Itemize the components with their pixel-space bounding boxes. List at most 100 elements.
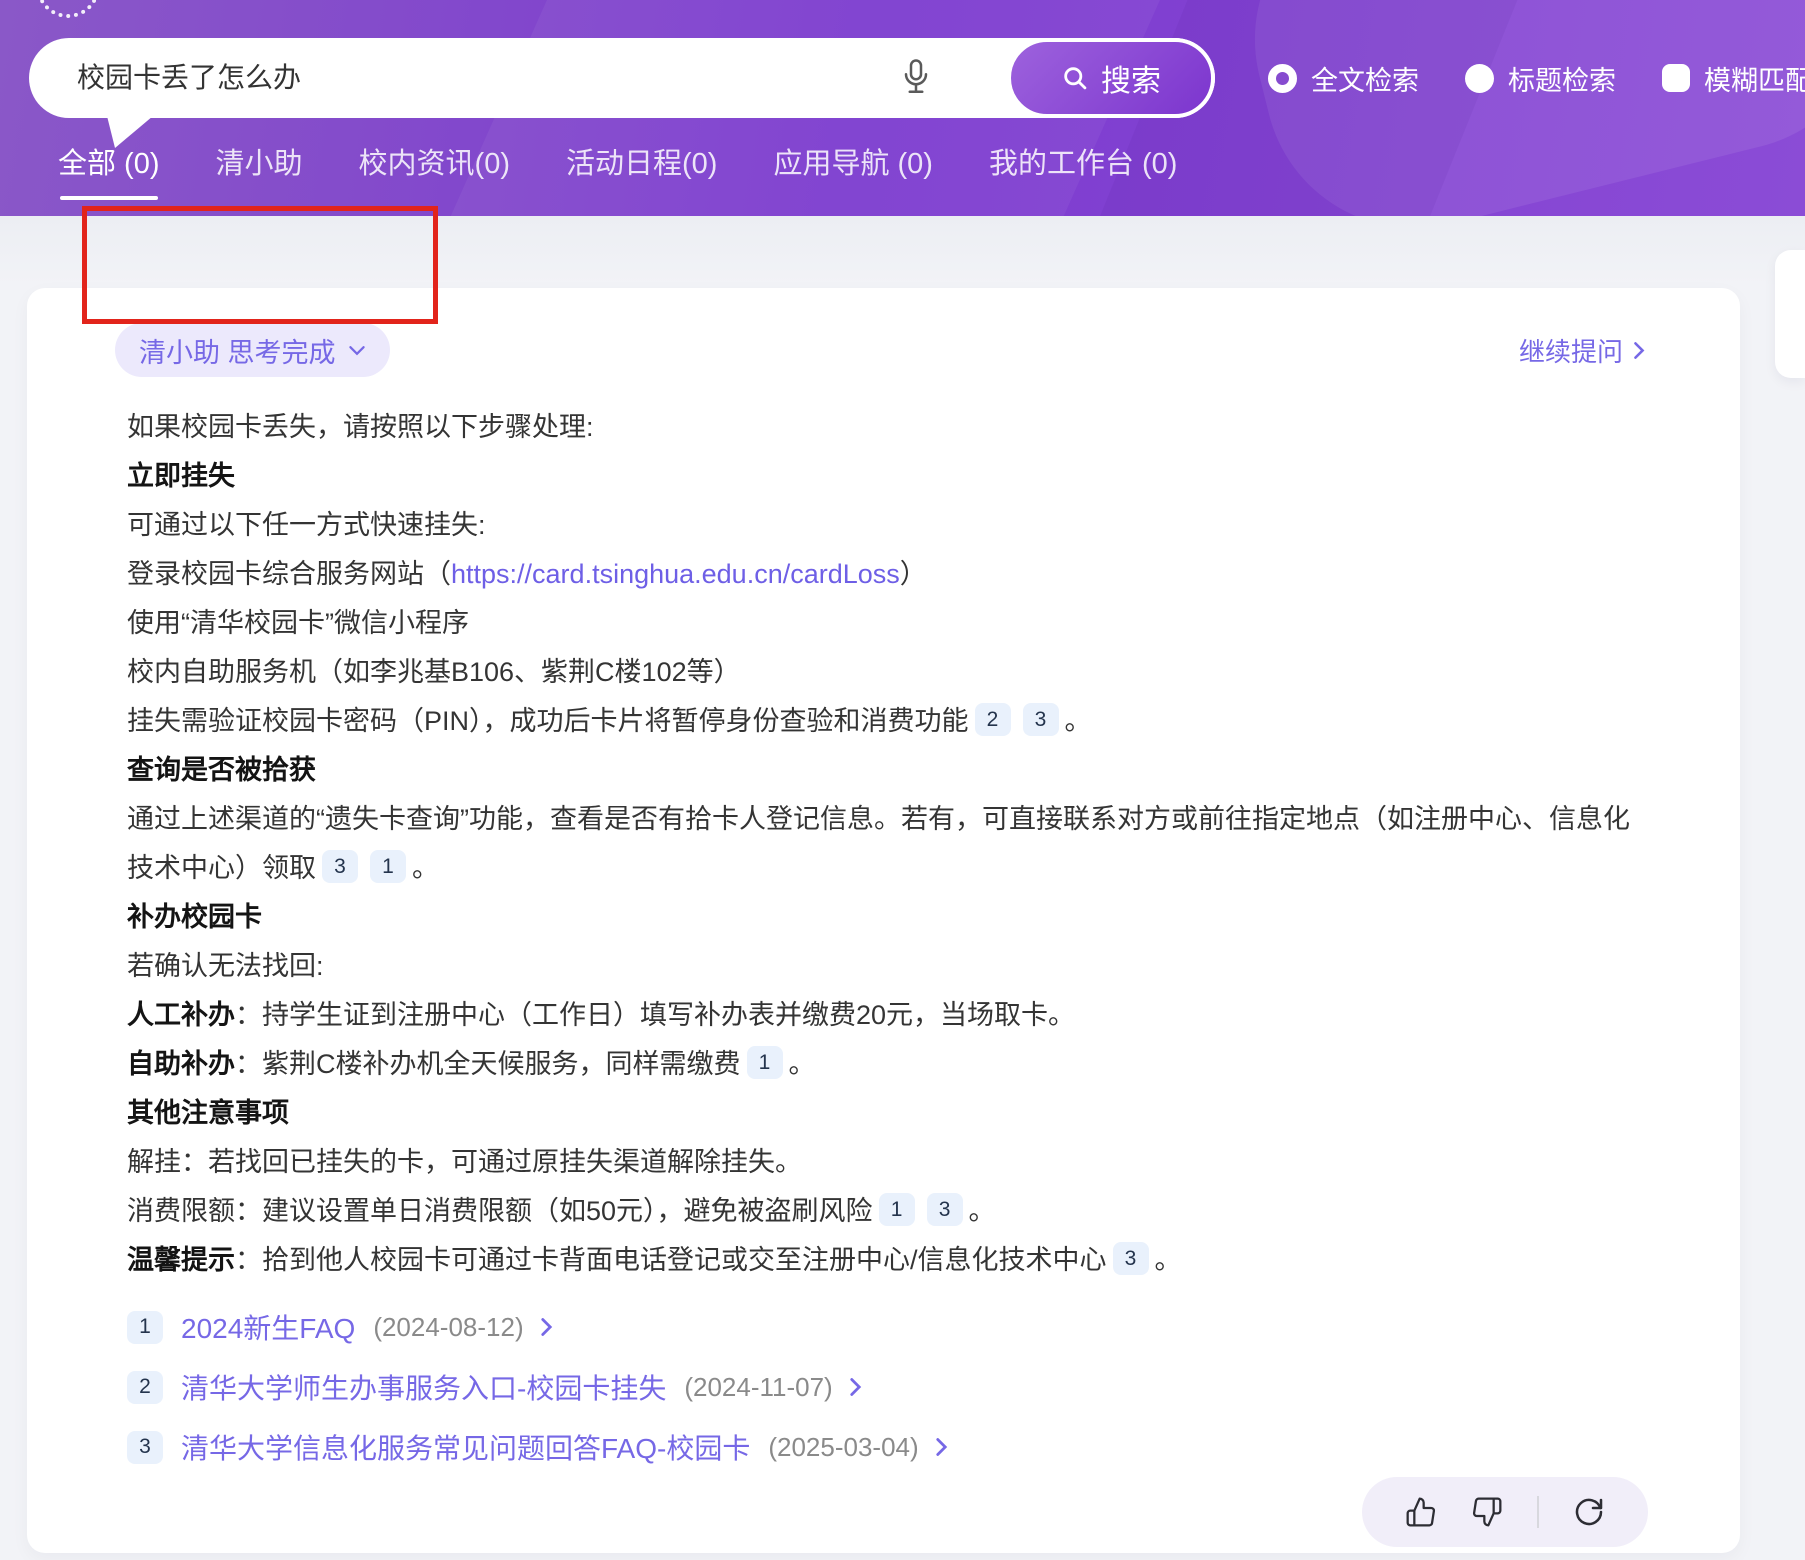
text: 可通过以下任一方式快速挂失:	[127, 510, 486, 540]
citation-chip[interactable]: 3	[1023, 703, 1059, 736]
text: 如果校园卡丢失，请按照以下步骤处理:	[127, 412, 594, 442]
reference-item: 12024新生FAQ(2024-08-12)	[127, 1297, 1640, 1357]
chevron-right-icon[interactable]	[849, 1377, 862, 1397]
thumbs-up-button[interactable]	[1405, 1496, 1437, 1528]
option-fuzzy-match[interactable]: 模糊匹配	[1662, 59, 1805, 98]
citation-chip[interactable]: 2	[975, 703, 1011, 736]
radio-icon[interactable]	[1268, 64, 1297, 93]
bold-text: 自助补办	[127, 1049, 235, 1079]
reference-link[interactable]: 2024新生FAQ	[181, 1307, 355, 1347]
text: 。	[1065, 706, 1092, 736]
text: 校内自助服务机（如李兆基B106、紫荆C楼102等）	[127, 657, 741, 687]
answer-card: 清小助 思考完成 继续提问 如果校园卡丢失，请	[27, 288, 1740, 1553]
assistant-status-label: 清小助 思考完成	[139, 331, 336, 370]
text: 挂失需验证校园卡密码（PIN），成功后卡片将暂停身份查验和消费功能	[127, 706, 969, 736]
answer-line: 使用“清华校园卡”微信小程序	[127, 599, 1640, 648]
answer-line: 温馨提示：拾到他人校园卡可通过卡背面电话登记或交至注册中心/信息化技术中心3。	[127, 1236, 1640, 1285]
chevron-right-icon[interactable]	[540, 1317, 553, 1337]
bold-text: 补办校园卡	[127, 902, 262, 932]
inline-link[interactable]: https://card.tsinghua.edu.cn/cardLoss	[451, 559, 900, 589]
bold-text: 温馨提示	[127, 1245, 235, 1275]
microphone-icon[interactable]	[901, 58, 931, 98]
tab[interactable]: 我的工作台 (0)	[989, 140, 1178, 200]
thumbs-down-button[interactable]	[1471, 1496, 1503, 1528]
main-content: 清小助 思考完成 继续提问 如果校园卡丢失，请	[0, 216, 1805, 1560]
reference-number-chip: 2	[127, 1371, 163, 1404]
citation-chip[interactable]: 1	[370, 850, 406, 883]
text: ）	[900, 559, 927, 589]
bold-text: 立即挂失	[127, 461, 235, 491]
citation-chip[interactable]: 3	[1113, 1242, 1149, 1275]
tab[interactable]: 活动日程(0)	[566, 140, 717, 200]
continue-ask-button[interactable]: 继续提问	[1519, 332, 1645, 369]
answer-line: 解挂：若找回已挂失的卡，可通过原挂失渠道解除挂失。	[127, 1138, 1640, 1187]
regenerate-button[interactable]	[1573, 1496, 1605, 1528]
reference-number-chip: 3	[127, 1431, 163, 1464]
text: 登录校园卡综合服务网站（	[127, 559, 451, 589]
page: 校园卡丢了怎么办 搜索 全文检索标题检	[0, 0, 1805, 1560]
header: 校园卡丢了怎么办 搜索 全文检索标题检	[0, 0, 1805, 216]
reference-number-chip: 1	[127, 1311, 163, 1344]
tab[interactable]: 校内资讯(0)	[359, 140, 510, 200]
citation-chip[interactable]: 3	[927, 1193, 963, 1226]
continue-ask-label: 继续提问	[1519, 332, 1623, 369]
checkbox-icon[interactable]	[1662, 64, 1690, 92]
search-bar[interactable]: 校园卡丢了怎么办 搜索	[29, 38, 1215, 118]
answer-actions	[1362, 1477, 1648, 1547]
option-label: 全文检索	[1311, 59, 1419, 98]
reference-list: 12024新生FAQ(2024-08-12)2清华大学师生办事服务入口-校园卡挂…	[27, 1297, 1740, 1477]
answer-line: 校内自助服务机（如李兆基B106、紫荆C楼102等）	[127, 648, 1640, 697]
reference-date: (2025-03-04)	[768, 1432, 918, 1463]
text: 使用“清华校园卡”微信小程序	[127, 608, 469, 638]
text: 消费限额：建议设置单日消费限额（如50元），避免被盗刷风险	[127, 1196, 873, 1226]
reference-link[interactable]: 清华大学师生办事服务入口-校园卡挂失	[181, 1367, 666, 1407]
tab[interactable]: 清小助	[216, 140, 303, 200]
text: 。	[412, 853, 439, 883]
reference-item: 3 清华大学信息化服务常见问题回答FAQ-校园卡 (2025-03-04)	[127, 1417, 1640, 1477]
text: ：紫荆C楼补办机全天候服务，同样需缴费	[235, 1049, 741, 1079]
citation-chip[interactable]: 3	[322, 850, 358, 883]
answer-line: 自助补办：紫荆C楼补办机全天候服务，同样需缴费1。	[127, 1040, 1640, 1089]
search-mode-options: 全文检索 标题检索 模糊匹配	[1268, 38, 1805, 118]
search-icon	[1061, 64, 1089, 92]
citation-chip[interactable]: 1	[747, 1046, 783, 1079]
reference-item: 2清华大学师生办事服务入口-校园卡挂失(2024-11-07)	[127, 1357, 1640, 1417]
side-floating-widget[interactable]	[1775, 250, 1805, 378]
text: 。	[969, 1196, 996, 1226]
result-tabs: 全部 (0) 清小助校内资讯(0) 活动日程(0) 应用导航 (0) 我的工作台 (0)	[58, 140, 1177, 200]
answer-line: 查询是否被拾获	[127, 746, 1640, 795]
bold-text: 查询是否被拾获	[127, 755, 316, 785]
radio-icon[interactable]	[1465, 64, 1494, 93]
search-button[interactable]: 搜索	[1007, 38, 1215, 118]
assistant-status-pill[interactable]: 清小助 思考完成	[115, 323, 390, 377]
text: 。	[789, 1049, 816, 1079]
tab[interactable]: 应用导航 (0)	[773, 140, 933, 200]
answer-line: 立即挂失	[127, 452, 1640, 501]
bold-text: 其他注意事项	[127, 1098, 289, 1128]
answer-body: 如果校园卡丢失，请按照以下步骤处理: 立即挂失可通过以下任一方式快速挂失: 登录校园…	[27, 403, 1740, 1285]
reference-link[interactable]: 清华大学信息化服务常见问题回答FAQ-校园卡	[181, 1427, 750, 1467]
answer-line: 其他注意事项	[127, 1089, 1640, 1138]
answer-line: 消费限额：建议设置单日消费限额（如50元），避免被盗刷风险13。	[127, 1187, 1640, 1236]
answer-line: 可通过以下任一方式快速挂失:	[127, 501, 1640, 550]
chevron-right-icon[interactable]	[935, 1437, 948, 1457]
text: 。	[1155, 1245, 1182, 1275]
citation-chip[interactable]: 1	[879, 1193, 915, 1226]
tab[interactable]: 全部 (0)	[58, 140, 160, 200]
text: 若确认无法找回:	[127, 951, 324, 981]
search-button-label: 搜索	[1101, 56, 1161, 100]
option-label: 标题检索	[1508, 59, 1616, 98]
option-title-search[interactable]: 标题检索	[1465, 59, 1616, 98]
option-fulltext-search[interactable]: 全文检索	[1268, 59, 1419, 98]
answer-line: 补办校园卡	[127, 893, 1640, 942]
answer-line: 如果校园卡丢失，请按照以下步骤处理:	[127, 403, 1640, 452]
search-input[interactable]: 校园卡丢了怎么办	[77, 38, 301, 118]
answer-line: 人工补办：持学生证到注册中心（工作日）填写补办表并缴费20元，当场取卡。	[127, 991, 1640, 1040]
answer-line: 通过上述渠道的“遗失卡查询”功能，查看是否有拾卡人登记信息。若有，可直接联系对方…	[127, 795, 1640, 893]
chevron-right-icon	[1633, 341, 1645, 360]
answer-line: 挂失需验证校园卡密码（PIN），成功后卡片将暂停身份查验和消费功能23。	[127, 697, 1640, 746]
option-label: 模糊匹配	[1704, 59, 1805, 98]
annotation-highlight-box	[82, 206, 438, 324]
chevron-down-icon	[348, 345, 366, 356]
answer-line: 登录校园卡综合服务网站（https://card.tsinghua.edu.cn…	[127, 550, 1640, 599]
